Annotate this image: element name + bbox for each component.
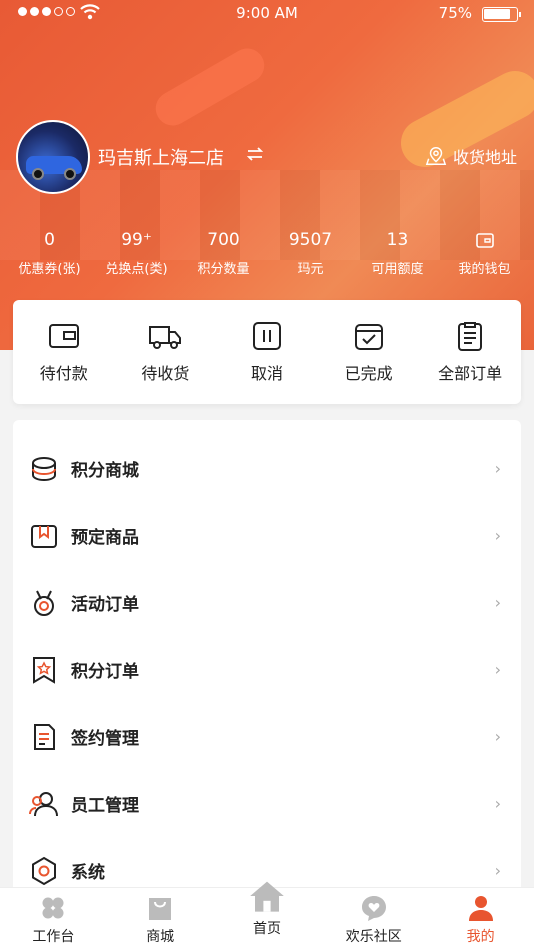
star-bookmark-icon bbox=[33, 656, 55, 684]
stat-ma-yuan[interactable]: 9507 玛元 bbox=[267, 230, 354, 277]
chevron-right-icon: › bbox=[494, 861, 501, 880]
address-label: 收货地址 bbox=[453, 148, 518, 167]
settings-icon bbox=[32, 856, 56, 885]
menu-item-activity-orders[interactable]: 活动订单 › bbox=[13, 569, 521, 636]
location-pin-icon bbox=[425, 147, 447, 165]
battery-icon bbox=[482, 7, 521, 22]
stat-wallet[interactable]: 我的钱包 bbox=[441, 230, 528, 277]
menu-list: 积分商城 › 预定商品 › 活动订单 › 积分订单 › 签约管理 › 员工管理 … bbox=[13, 420, 521, 900]
order-pending-payment[interactable]: 待付款 bbox=[13, 320, 115, 404]
order-all[interactable]: 全部订单 bbox=[419, 320, 521, 404]
profile-icon bbox=[468, 896, 493, 921]
order-completed[interactable]: 已完成 bbox=[318, 320, 420, 404]
menu-item-contract-management[interactable]: 签约管理 › bbox=[13, 703, 521, 770]
chevron-right-icon: › bbox=[494, 727, 501, 746]
stat-credit[interactable]: 13 可用额度 bbox=[354, 230, 441, 277]
avatar[interactable] bbox=[16, 120, 90, 194]
battery-percent: 75% bbox=[438, 4, 472, 22]
chevron-right-icon: › bbox=[494, 526, 501, 545]
gift-box-icon bbox=[31, 524, 57, 548]
chevron-right-icon: › bbox=[494, 794, 501, 813]
stat-coupons[interactable]: 0 优惠券(张) bbox=[6, 230, 93, 277]
menu-item-points-orders[interactable]: 积分订单 › bbox=[13, 636, 521, 703]
clipboard-icon bbox=[458, 322, 483, 351]
shopping-bag-icon bbox=[149, 898, 172, 920]
community-icon bbox=[361, 896, 386, 921]
store-name[interactable]: 玛吉斯上海二店 bbox=[98, 144, 224, 170]
menu-item-points-mall[interactable]: 积分商城 › bbox=[13, 435, 521, 502]
chevron-right-icon: › bbox=[494, 660, 501, 679]
tab-workbench[interactable]: 工作台 bbox=[0, 888, 107, 950]
address-button[interactable]: 收货地址 bbox=[425, 144, 517, 168]
chevron-right-icon: › bbox=[494, 459, 501, 478]
status-bar: 9:00 AM 75% bbox=[0, 0, 534, 28]
tab-community[interactable]: 欢乐社区 bbox=[320, 888, 427, 950]
order-pending-delivery[interactable]: 待收货 bbox=[115, 320, 217, 404]
document-icon bbox=[34, 723, 55, 750]
menu-item-staff-management[interactable]: 员工管理 › bbox=[13, 770, 521, 837]
swap-store-icon[interactable] bbox=[246, 146, 264, 167]
check-box-icon bbox=[354, 324, 383, 350]
wallet-icon bbox=[48, 324, 79, 348]
home-icon bbox=[250, 881, 284, 912]
users-icon bbox=[29, 791, 58, 816]
tab-home[interactable]: 首页 bbox=[214, 881, 321, 950]
tab-mall[interactable]: 商城 bbox=[107, 888, 214, 950]
stats-row: 0 优惠券(张) 99⁺ 兑换点(类) 700 积分数量 9507 玛元 13 … bbox=[6, 230, 528, 277]
workbench-icon bbox=[42, 897, 64, 919]
coins-icon bbox=[32, 456, 56, 481]
stat-exchange-points[interactable]: 99⁺ 兑换点(类) bbox=[93, 230, 180, 277]
medal-icon bbox=[34, 590, 54, 616]
tab-bar: 工作台 商城 首页 欢乐社区 我的 bbox=[0, 881, 534, 950]
menu-item-reserved-goods[interactable]: 预定商品 › bbox=[13, 502, 521, 569]
pause-icon bbox=[252, 322, 281, 350]
wallet-icon bbox=[475, 233, 494, 248]
order-status-card: 待付款 待收货 取消 已完成 全部订单 bbox=[13, 300, 521, 404]
stat-points[interactable]: 700 积分数量 bbox=[180, 230, 267, 277]
chevron-right-icon: › bbox=[494, 593, 501, 612]
order-cancelled[interactable]: 取消 bbox=[216, 320, 318, 404]
tab-mine[interactable]: 我的 bbox=[427, 888, 534, 950]
truck-icon bbox=[149, 326, 182, 349]
